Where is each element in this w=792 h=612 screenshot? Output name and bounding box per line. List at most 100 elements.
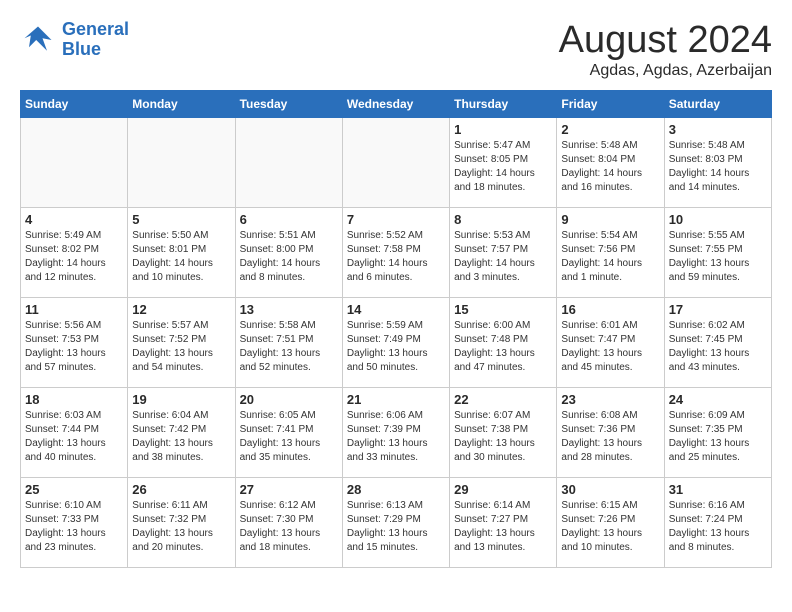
day-cell-19: 19 Sunrise: 6:04 AM Sunset: 7:42 PM Dayli… bbox=[128, 387, 235, 477]
day-cell-12: 12Sunrise: 5:57 AM Sunset: 7:52 PM Dayli… bbox=[128, 297, 235, 387]
day-cell-4: 4Sunrise: 5:49 AM Sunset: 8:02 PM Daylig… bbox=[21, 207, 128, 297]
day-cell-3: 3 Sunrise: 5:48 AM Sunset: 8:03 PM Daylig… bbox=[664, 117, 771, 207]
day-info: Sunrise: 5:47 AM Sunset: 8:05 PM Dayligh… bbox=[454, 139, 552, 195]
day-info: Sunrise: 6:16 AM Sunset: 7:24 PM Dayligh… bbox=[669, 499, 767, 555]
logo-text: General Blue bbox=[62, 20, 129, 60]
day-cell-26: 26 Sunrise: 6:11 AM Sunset: 7:32 PM Dayli… bbox=[128, 477, 235, 567]
empty-cell bbox=[21, 117, 128, 207]
day-info: Sunrise: 5:50 AM Sunset: 8:01 PM Dayligh… bbox=[132, 229, 230, 285]
day-cell-14: 14 Sunrise: 5:59 AM Sunset: 7:49 PM Dayli… bbox=[342, 297, 449, 387]
day-number: 22 bbox=[454, 392, 552, 407]
logo-line1: General bbox=[62, 19, 129, 39]
week-row-1: 1 Sunrise: 5:47 AM Sunset: 8:05 PM Daylig… bbox=[21, 117, 772, 207]
logo-line2: Blue bbox=[62, 39, 101, 59]
week-row-3: 11 Sunrise: 5:56 AM Sunset: 7:53 PM Dayli… bbox=[21, 297, 772, 387]
calendar-header-monday: Monday bbox=[128, 90, 235, 117]
day-info: Sunrise: 6:08 AM Sunset: 7:36 PM Dayligh… bbox=[561, 409, 659, 465]
day-cell-29: 29 Sunrise: 6:14 AM Sunset: 7:27 PM Dayli… bbox=[450, 477, 557, 567]
day-cell-23: 23 Sunrise: 6:08 AM Sunset: 7:36 PM Dayli… bbox=[557, 387, 664, 477]
day-info: Sunrise: 6:02 AM Sunset: 7:45 PM Dayligh… bbox=[669, 319, 767, 375]
day-cell-10: 10Sunrise: 5:55 AM Sunset: 7:55 PM Dayli… bbox=[664, 207, 771, 297]
day-cell-5: 5Sunrise: 5:50 AM Sunset: 8:01 PM Daylig… bbox=[128, 207, 235, 297]
day-cell-25: 25 Sunrise: 6:10 AM Sunset: 7:33 PM Dayli… bbox=[21, 477, 128, 567]
day-number: 28 bbox=[347, 482, 445, 497]
day-cell-6: 6Sunrise: 5:51 AM Sunset: 8:00 PM Daylig… bbox=[235, 207, 342, 297]
day-info: Sunrise: 6:07 AM Sunset: 7:38 PM Dayligh… bbox=[454, 409, 552, 465]
day-cell-17: 17 Sunrise: 6:02 AM Sunset: 7:45 PM Dayli… bbox=[664, 297, 771, 387]
day-number: 4 bbox=[25, 212, 123, 227]
page-header: General Blue August 2024 Agdas, Agdas, A… bbox=[20, 20, 772, 80]
day-info: Sunrise: 5:52 AM Sunset: 7:58 PM Dayligh… bbox=[347, 229, 445, 285]
day-number: 1 bbox=[454, 122, 552, 137]
day-info: Sunrise: 5:59 AM Sunset: 7:49 PM Dayligh… bbox=[347, 319, 445, 375]
empty-cell bbox=[235, 117, 342, 207]
day-number: 11 bbox=[25, 302, 123, 317]
day-number: 25 bbox=[25, 482, 123, 497]
day-cell-16: 16 Sunrise: 6:01 AM Sunset: 7:47 PM Dayli… bbox=[557, 297, 664, 387]
day-number: 19 bbox=[132, 392, 230, 407]
title-block: August 2024 Agdas, Agdas, Azerbaijan bbox=[559, 20, 772, 80]
day-cell-24: 24 Sunrise: 6:09 AM Sunset: 7:35 PM Dayli… bbox=[664, 387, 771, 477]
day-number: 26 bbox=[132, 482, 230, 497]
day-info: Sunrise: 5:55 AM Sunset: 7:55 PM Dayligh… bbox=[669, 229, 767, 285]
day-info: Sunrise: 6:06 AM Sunset: 7:39 PM Dayligh… bbox=[347, 409, 445, 465]
day-cell-21: 21 Sunrise: 6:06 AM Sunset: 7:39 PM Dayli… bbox=[342, 387, 449, 477]
day-cell-31: 31 Sunrise: 6:16 AM Sunset: 7:24 PM Dayli… bbox=[664, 477, 771, 567]
calendar-table: SundayMondayTuesdayWednesdayThursdayFrid… bbox=[20, 90, 772, 568]
day-cell-8: 8 Sunrise: 5:53 AM Sunset: 7:57 PM Daylig… bbox=[450, 207, 557, 297]
day-info: Sunrise: 6:04 AM Sunset: 7:42 PM Dayligh… bbox=[132, 409, 230, 465]
day-number: 24 bbox=[669, 392, 767, 407]
day-cell-18: 18Sunrise: 6:03 AM Sunset: 7:44 PM Dayli… bbox=[21, 387, 128, 477]
day-number: 21 bbox=[347, 392, 445, 407]
day-info: Sunrise: 5:48 AM Sunset: 8:04 PM Dayligh… bbox=[561, 139, 659, 195]
day-info: Sunrise: 5:57 AM Sunset: 7:52 PM Dayligh… bbox=[132, 319, 230, 375]
day-cell-30: 30 Sunrise: 6:15 AM Sunset: 7:26 PM Dayli… bbox=[557, 477, 664, 567]
day-number: 7 bbox=[347, 212, 445, 227]
day-info: Sunrise: 6:10 AM Sunset: 7:33 PM Dayligh… bbox=[25, 499, 123, 555]
empty-cell bbox=[342, 117, 449, 207]
day-number: 17 bbox=[669, 302, 767, 317]
day-number: 18 bbox=[25, 392, 123, 407]
day-cell-7: 7 Sunrise: 5:52 AM Sunset: 7:58 PM Daylig… bbox=[342, 207, 449, 297]
day-cell-2: 2Sunrise: 5:48 AM Sunset: 8:04 PM Daylig… bbox=[557, 117, 664, 207]
day-number: 31 bbox=[669, 482, 767, 497]
calendar-header-row: SundayMondayTuesdayWednesdayThursdayFrid… bbox=[21, 90, 772, 117]
empty-cell bbox=[128, 117, 235, 207]
main-title: August 2024 bbox=[559, 20, 772, 62]
calendar-header-saturday: Saturday bbox=[664, 90, 771, 117]
day-number: 20 bbox=[240, 392, 338, 407]
day-number: 8 bbox=[454, 212, 552, 227]
day-number: 14 bbox=[347, 302, 445, 317]
week-row-4: 18Sunrise: 6:03 AM Sunset: 7:44 PM Dayli… bbox=[21, 387, 772, 477]
week-row-5: 25 Sunrise: 6:10 AM Sunset: 7:33 PM Dayli… bbox=[21, 477, 772, 567]
day-info: Sunrise: 5:48 AM Sunset: 8:03 PM Dayligh… bbox=[669, 139, 767, 195]
day-info: Sunrise: 6:15 AM Sunset: 7:26 PM Dayligh… bbox=[561, 499, 659, 555]
day-number: 15 bbox=[454, 302, 552, 317]
day-number: 16 bbox=[561, 302, 659, 317]
calendar-header-tuesday: Tuesday bbox=[235, 90, 342, 117]
day-info: Sunrise: 6:14 AM Sunset: 7:27 PM Dayligh… bbox=[454, 499, 552, 555]
calendar-header-friday: Friday bbox=[557, 90, 664, 117]
day-info: Sunrise: 6:11 AM Sunset: 7:32 PM Dayligh… bbox=[132, 499, 230, 555]
day-number: 30 bbox=[561, 482, 659, 497]
day-number: 3 bbox=[669, 122, 767, 137]
day-info: Sunrise: 6:00 AM Sunset: 7:48 PM Dayligh… bbox=[454, 319, 552, 375]
day-cell-28: 28Sunrise: 6:13 AM Sunset: 7:29 PM Dayli… bbox=[342, 477, 449, 567]
day-cell-20: 20Sunrise: 6:05 AM Sunset: 7:41 PM Dayli… bbox=[235, 387, 342, 477]
day-number: 27 bbox=[240, 482, 338, 497]
day-number: 13 bbox=[240, 302, 338, 317]
logo-icon bbox=[20, 22, 56, 58]
day-info: Sunrise: 6:01 AM Sunset: 7:47 PM Dayligh… bbox=[561, 319, 659, 375]
day-cell-9: 9 Sunrise: 5:54 AM Sunset: 7:56 PM Daylig… bbox=[557, 207, 664, 297]
day-info: Sunrise: 5:54 AM Sunset: 7:56 PM Dayligh… bbox=[561, 229, 659, 285]
day-info: Sunrise: 5:56 AM Sunset: 7:53 PM Dayligh… bbox=[25, 319, 123, 375]
day-info: Sunrise: 6:09 AM Sunset: 7:35 PM Dayligh… bbox=[669, 409, 767, 465]
day-cell-1: 1 Sunrise: 5:47 AM Sunset: 8:05 PM Daylig… bbox=[450, 117, 557, 207]
day-cell-11: 11 Sunrise: 5:56 AM Sunset: 7:53 PM Dayli… bbox=[21, 297, 128, 387]
day-number: 29 bbox=[454, 482, 552, 497]
calendar-header-sunday: Sunday bbox=[21, 90, 128, 117]
day-number: 23 bbox=[561, 392, 659, 407]
day-info: Sunrise: 5:53 AM Sunset: 7:57 PM Dayligh… bbox=[454, 229, 552, 285]
day-info: Sunrise: 5:58 AM Sunset: 7:51 PM Dayligh… bbox=[240, 319, 338, 375]
day-number: 9 bbox=[561, 212, 659, 227]
